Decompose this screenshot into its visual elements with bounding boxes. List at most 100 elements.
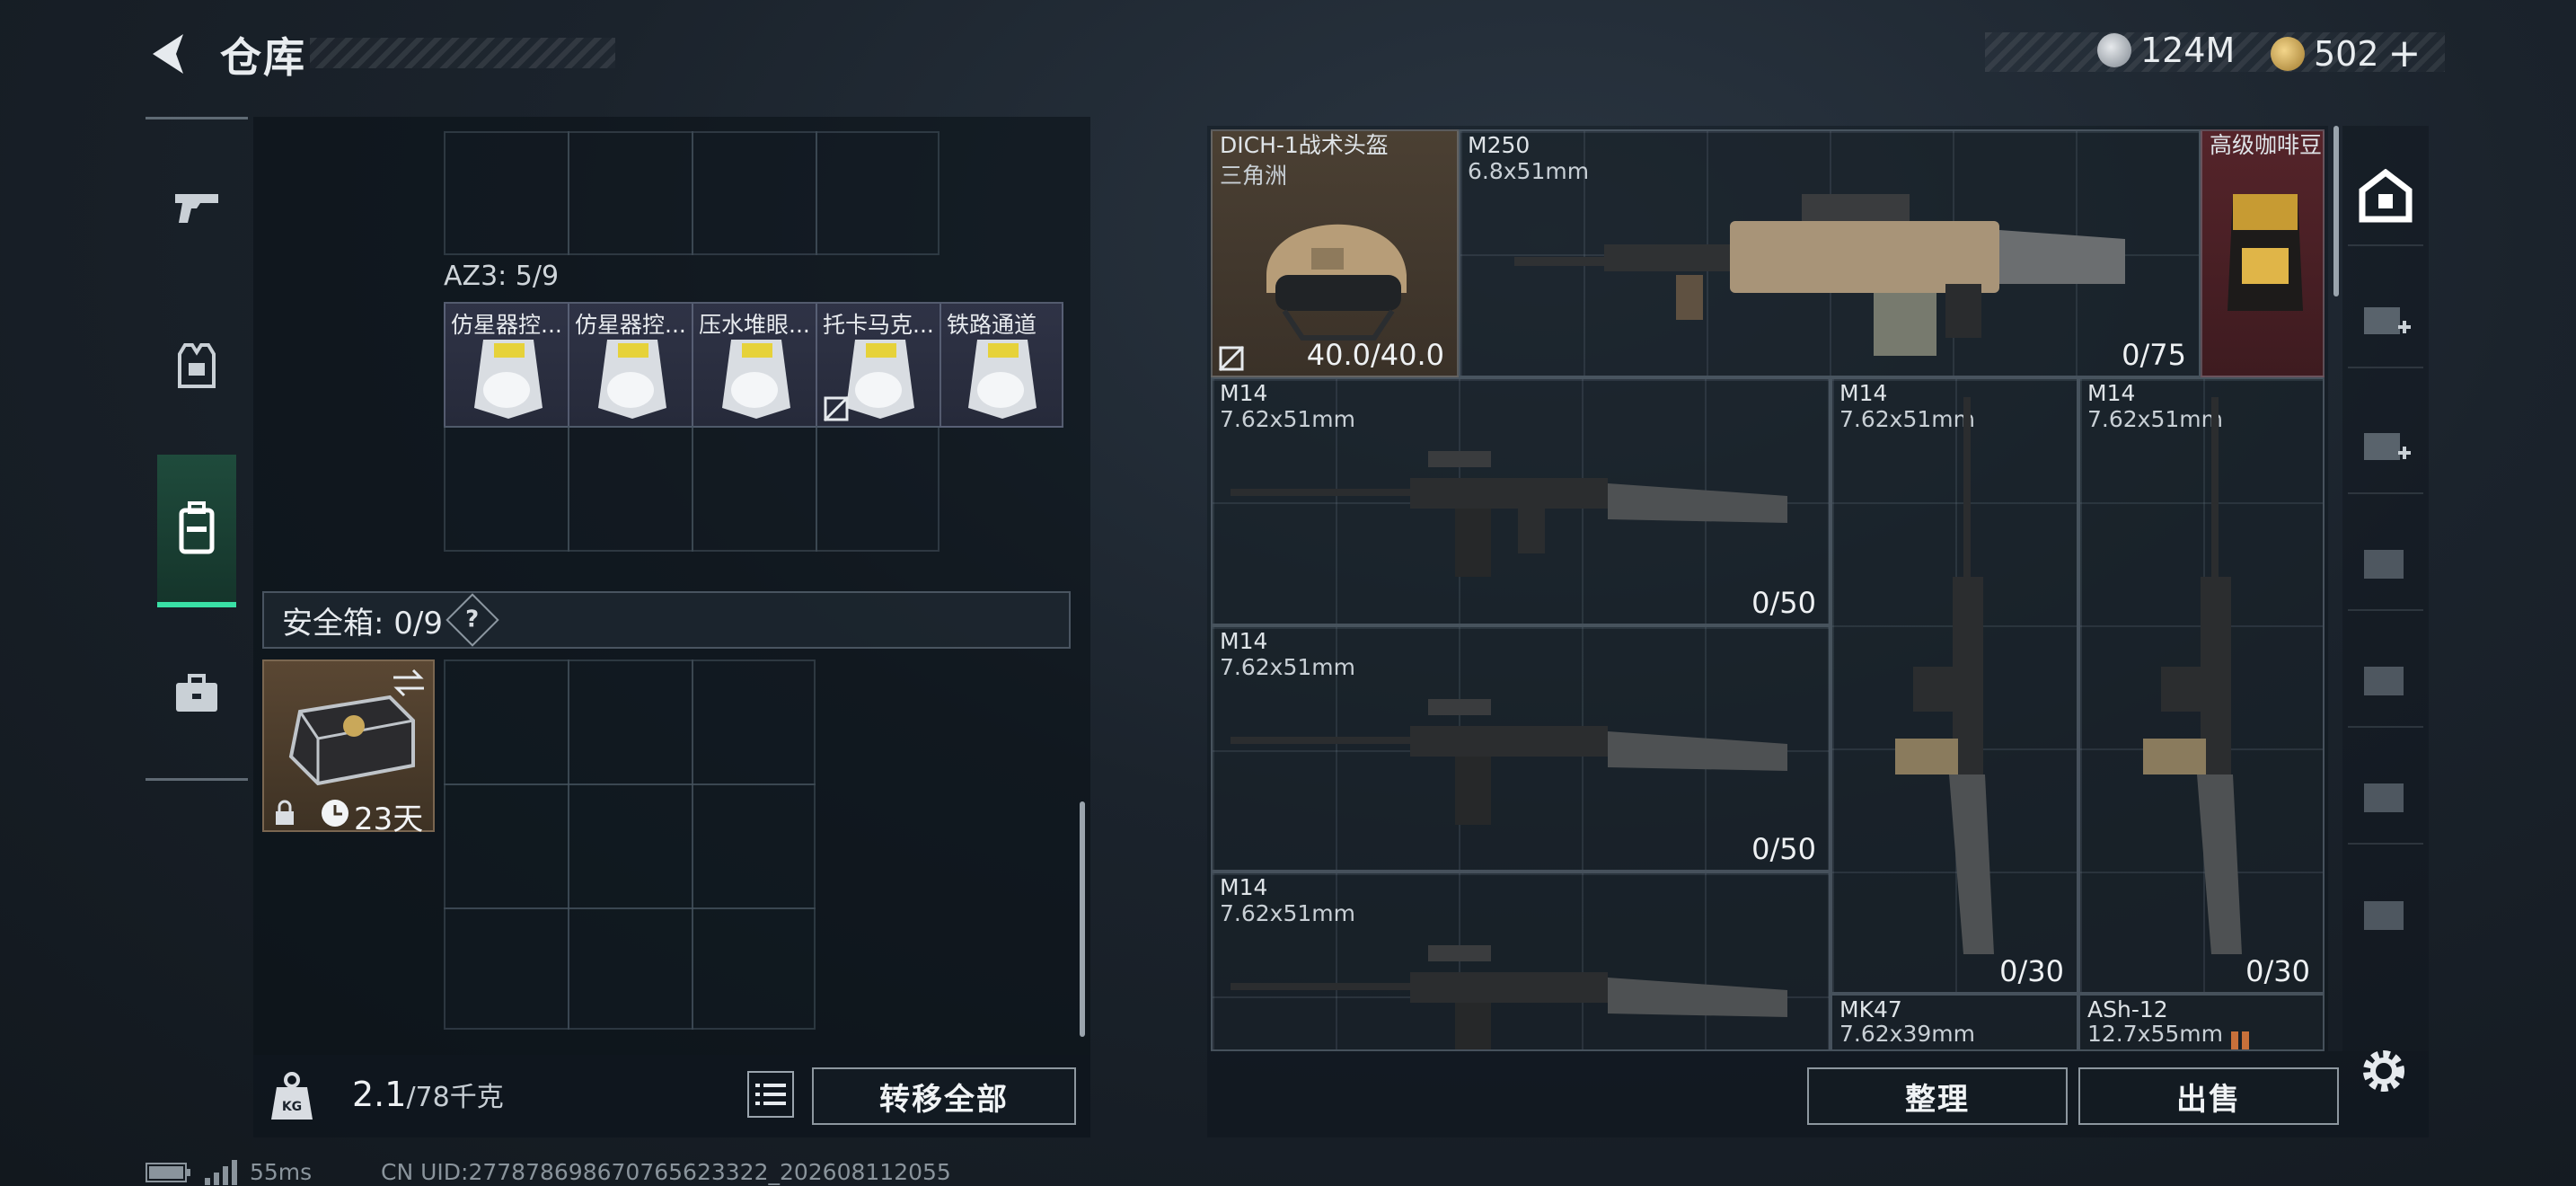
filter-tab-2[interactable]	[2348, 395, 2423, 494]
add-currency-button[interactable]: +	[2388, 31, 2422, 76]
battery-icon	[146, 1162, 190, 1182]
safebox-cell[interactable]	[692, 907, 816, 1030]
currency-premium[interactable]: 502 +	[2271, 31, 2421, 76]
page-title: 仓库	[220, 33, 306, 82]
item-m14-3[interactable]: M14 7.62x51mm	[1211, 872, 1831, 1051]
pistol-icon	[175, 194, 218, 223]
back-arrow-icon	[153, 34, 183, 74]
item-package-icon	[598, 340, 666, 419]
grid-cell[interactable]	[444, 426, 569, 552]
filter-tab-3[interactable]	[2348, 512, 2423, 611]
sort-button[interactable]: 整理	[1807, 1067, 2068, 1125]
item-sub: 7.62x51mm	[1220, 654, 1355, 680]
safebox-help-button[interactable]: ?	[446, 593, 499, 647]
safebox-icon	[288, 695, 415, 786]
item-mk47[interactable]: MK47 7.62x39mm	[1831, 994, 2078, 1051]
backpack-icon	[179, 501, 215, 554]
settings-gear-icon[interactable]	[2357, 1044, 2411, 1098]
rail-armor-tab[interactable]	[157, 327, 236, 406]
item-m14-vertical-1[interactable]: M14 7.62x51mm 0/30	[1831, 377, 2078, 994]
item-ammo: 0/50	[1751, 832, 1816, 866]
filter-tab-5[interactable]	[2348, 746, 2423, 845]
m14-rifle-icon	[1231, 699, 1787, 825]
filter-all-tab[interactable]	[2348, 147, 2423, 246]
grid-cell[interactable]	[692, 131, 817, 255]
storage-add-icon	[2364, 307, 2411, 334]
coffee-bag-icon	[2228, 194, 2303, 311]
item-railway[interactable]: 铁路通道	[940, 302, 1063, 428]
safebox-cell[interactable]	[692, 783, 816, 909]
no-insure-icon	[823, 395, 850, 422]
item-m250[interactable]: M250 6.8x51mm 0/75	[1459, 129, 2201, 377]
item-helmet[interactable]: DICH-1战术头盔 三角洲 40.0/40.0	[1211, 129, 1459, 377]
item-label: 铁路通道	[947, 312, 1037, 338]
storage-lock-icon	[2364, 901, 2404, 930]
coin-icon	[2097, 33, 2131, 67]
item-stellarator-1[interactable]: 仿星器控...	[444, 302, 569, 428]
item-pwr[interactable]: 压水堆眼...	[692, 302, 817, 428]
item-ash12[interactable]: ASh-12 12.7x55mm	[2078, 994, 2325, 1051]
item-name: M14	[1220, 628, 1268, 654]
lock-icon	[276, 800, 294, 825]
weight-readout: 2.1/78千克	[352, 1075, 504, 1114]
item-m14-2[interactable]: M14 7.62x51mm 0/50	[1211, 625, 1831, 872]
container-label: AZ3: 5/9	[444, 261, 560, 292]
item-name: DICH-1战术头盔	[1220, 132, 1389, 158]
rail-case-tab[interactable]	[157, 654, 236, 733]
grid-cell[interactable]	[568, 131, 693, 255]
sell-button[interactable]: 出售	[2078, 1067, 2339, 1125]
premium-coin-icon	[2271, 36, 2305, 71]
item-ammo: 0/50	[1751, 586, 1816, 620]
weight-icon: KG	[271, 1072, 313, 1120]
grid-cell[interactable]	[568, 426, 693, 552]
item-package-icon	[722, 340, 790, 419]
inventory-scrollbar[interactable]	[2333, 126, 2339, 296]
title-decoration	[310, 38, 615, 68]
safebox-cell[interactable]	[444, 783, 569, 909]
item-m14-1[interactable]: M14 7.62x51mm 0/50	[1211, 377, 1831, 625]
item-m14-vertical-2[interactable]: M14 7.62x51mm 0/30	[2078, 377, 2325, 994]
storage-add-icon	[2364, 433, 2411, 460]
item-package-icon	[846, 340, 914, 419]
item-stellarator-2[interactable]: 仿星器控...	[568, 302, 693, 428]
filter-tab-4[interactable]	[2348, 629, 2423, 728]
status-bar: 55ms	[146, 1159, 312, 1185]
grid-cell[interactable]	[692, 426, 817, 552]
storage-lock-icon	[2364, 667, 2404, 695]
grid-cell[interactable]	[816, 426, 940, 552]
safebox-cell[interactable]	[568, 659, 693, 785]
filter-tab-1[interactable]	[2348, 270, 2423, 368]
transfer-all-button[interactable]: 转移全部	[812, 1067, 1076, 1125]
item-name: 高级咖啡豆	[2210, 132, 2323, 158]
rail-backpack-tab[interactable]	[157, 455, 236, 607]
stash-scrollbar[interactable]	[1080, 801, 1085, 1037]
currency-coins[interactable]: 124M	[2097, 31, 2235, 70]
item-coffee[interactable]: 高级咖啡豆	[2201, 129, 2325, 377]
weight-value: 2.1	[352, 1075, 407, 1114]
grid-cell[interactable]	[816, 131, 940, 255]
m14-rifle-icon	[1895, 397, 1994, 954]
filter-tab-6[interactable]	[2348, 863, 2423, 961]
list-view-button[interactable]	[747, 1071, 794, 1118]
safebox-container-item[interactable]: 23天	[262, 659, 435, 837]
safebox-cell[interactable]	[444, 659, 569, 785]
helmet-icon	[1266, 224, 1407, 341]
back-button[interactable]	[144, 27, 198, 81]
item-name: M250	[1468, 132, 1531, 158]
swap-icon	[393, 668, 424, 697]
item-tokamak[interactable]: 托卡马克...	[816, 302, 941, 428]
safebox-cell[interactable]	[568, 907, 693, 1030]
safebox-cell[interactable]	[692, 659, 816, 785]
currency-premium-value: 502	[2314, 33, 2379, 74]
safebox-cell[interactable]	[444, 907, 569, 1030]
item-name: ASh-12	[2087, 996, 2168, 1022]
rail-weapon-tab[interactable]	[157, 167, 236, 246]
grid-cell[interactable]	[444, 131, 569, 255]
home-grid-icon	[2359, 169, 2413, 223]
safebox-header: 安全箱: 0/9 ?	[262, 591, 1071, 649]
help-icon: ?	[465, 606, 480, 633]
item-name: M14	[1220, 380, 1268, 406]
ammo-icon	[2231, 1031, 2249, 1049]
safebox-cell[interactable]	[568, 783, 693, 909]
item-name: M14	[1220, 874, 1268, 900]
